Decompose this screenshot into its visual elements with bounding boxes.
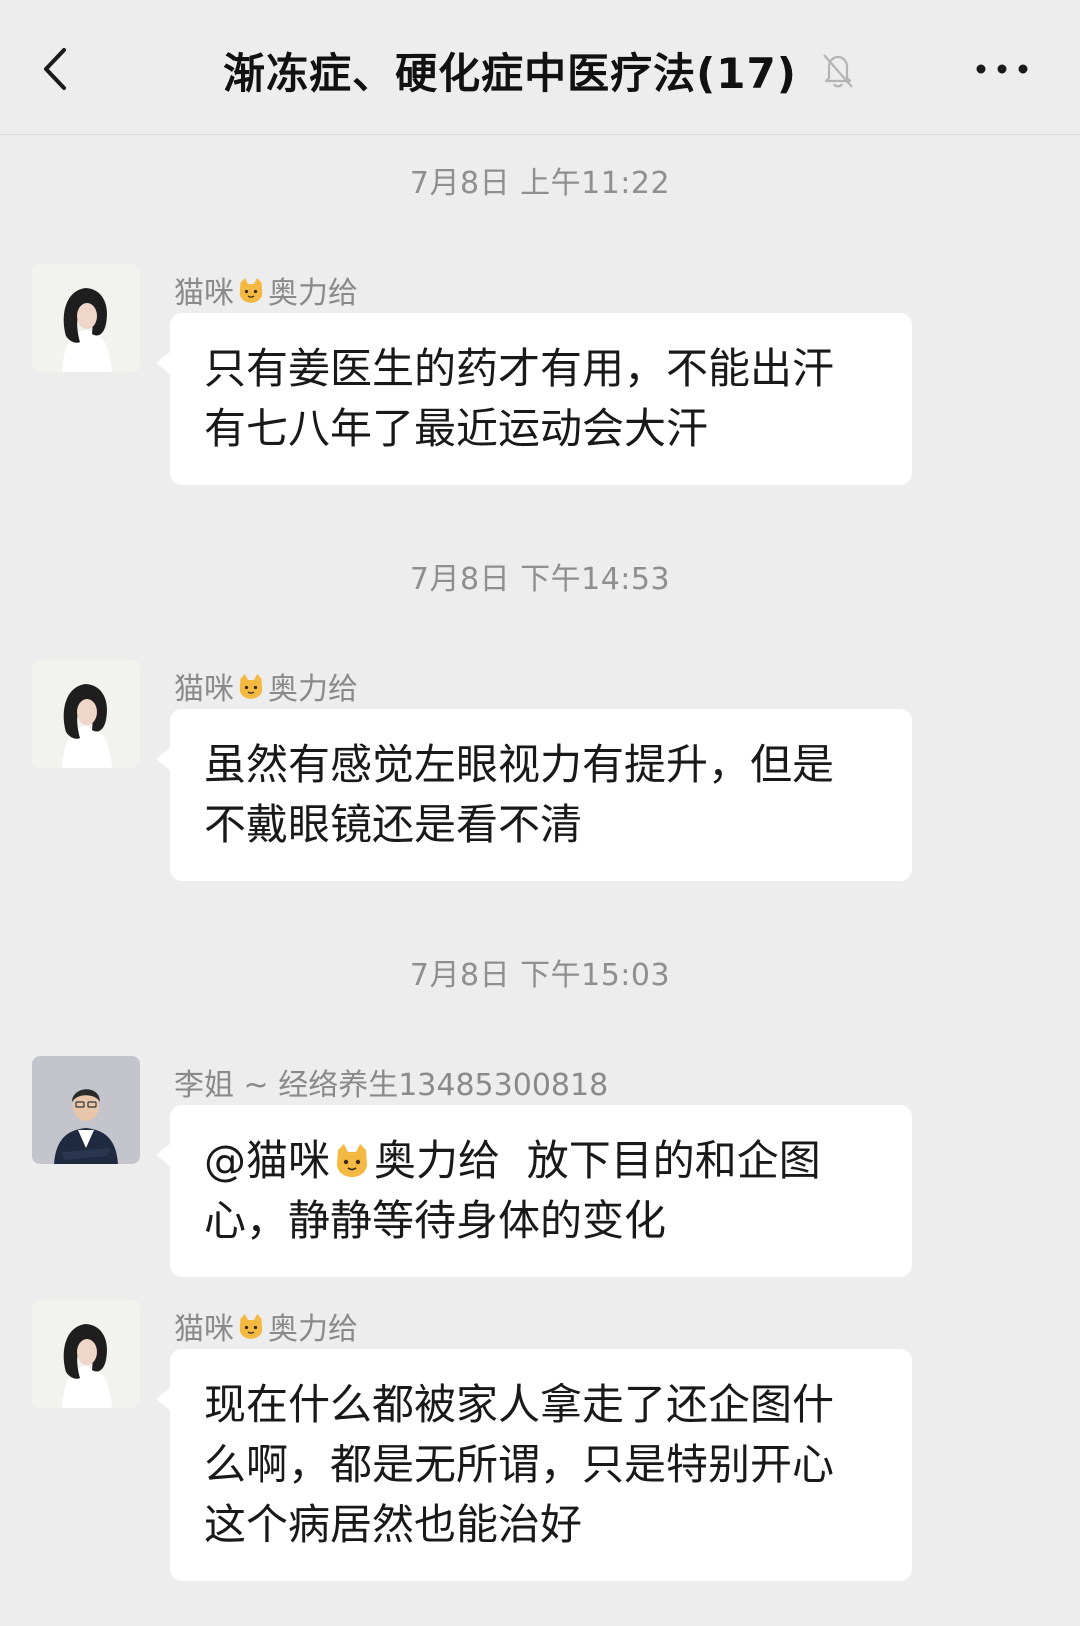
message-bubble[interactable]: 现在什么都被家人拿走了还企图什 么啊，都是无所谓，只是特别开心 这个病居然也能治… bbox=[156, 1349, 912, 1581]
cat-face-icon bbox=[239, 674, 263, 699]
message-bubble[interactable]: 虽然有感觉左眼视力有提升，但是 不戴眼镜还是看不清 bbox=[156, 709, 912, 881]
message-timestamp: 7月8日 上午11:22 bbox=[409, 166, 671, 201]
cat-face-icon bbox=[239, 1314, 263, 1339]
woman-portrait-avatar bbox=[32, 660, 140, 768]
sender-avatar[interactable] bbox=[32, 1056, 140, 1164]
sender-avatar[interactable] bbox=[32, 264, 140, 372]
sender-name: 猫咪 奥力给 bbox=[174, 664, 358, 708]
message-line: 不戴眼镜还是看不清 bbox=[204, 800, 583, 849]
message-timestamp: 7月8日 下午15:03 bbox=[409, 958, 671, 993]
sender-name-part: 奥力给 bbox=[268, 276, 358, 311]
message-line: 有七八年了最近运动会大汗 bbox=[204, 404, 709, 453]
message-line: 这个病居然也能治好 bbox=[204, 1500, 583, 1549]
woman-portrait-avatar bbox=[32, 264, 140, 372]
message-line: 虽然有感觉左眼视力有提升，但是 bbox=[204, 740, 835, 789]
sender-name-part: 猫咪 bbox=[174, 672, 234, 707]
mention-text[interactable]: @猫咪 bbox=[204, 1136, 330, 1185]
more-horizontal-icon[interactable] bbox=[974, 58, 1030, 80]
message-timestamp: 7月8日 下午14:53 bbox=[409, 562, 671, 597]
message-line: 现在什么都被家人拿走了还企图什 bbox=[204, 1380, 835, 1429]
sender-name-part: 猫咪 bbox=[174, 276, 234, 311]
sender-name: 猫咪 奥力给 bbox=[174, 1304, 358, 1348]
cat-face-icon bbox=[239, 278, 263, 303]
sender-avatar[interactable] bbox=[32, 660, 140, 768]
sender-avatar[interactable] bbox=[32, 1300, 140, 1408]
sender-name-part: 奥力给 bbox=[268, 672, 358, 707]
chat-header: 渐冻症、硬化症中医疗法(17) bbox=[0, 0, 1080, 135]
message-bubble[interactable]: @猫咪 奥力给 放下目的和企图 心，静静等待身体的变化 bbox=[156, 1105, 912, 1277]
message-line: 心，静静等待身体的变化 bbox=[204, 1196, 667, 1245]
chat-title: 渐冻症、硬化症中医疗法(17) bbox=[223, 48, 797, 98]
message-line: @猫咪 奥力给 放下目的和企图 bbox=[204, 1131, 882, 1191]
message-line: 么啊，都是无所谓，只是特别开心 bbox=[204, 1440, 835, 1489]
man-suit-avatar bbox=[32, 1056, 140, 1164]
woman-portrait-avatar bbox=[32, 1300, 140, 1408]
cat-face-icon bbox=[337, 1144, 368, 1177]
mention-text-after: 奥力给 放下目的和企图 bbox=[374, 1136, 821, 1185]
bell-muted-icon bbox=[823, 54, 853, 88]
sender-name: 猫咪 奥力给 bbox=[174, 268, 358, 312]
sender-name: 李姐 ~ 经络养生13485300818 bbox=[174, 1068, 609, 1103]
message-bubble[interactable]: 只有姜医生的药才有用，不能出汗 有七八年了最近运动会大汗 bbox=[156, 313, 912, 485]
message-line: 只有姜医生的药才有用，不能出汗 bbox=[204, 344, 835, 393]
sender-name-part: 猫咪 bbox=[174, 1312, 234, 1347]
chat-title-wrap: 渐冻症、硬化症中医疗法(17) bbox=[0, 40, 1080, 100]
sender-name-part: 奥力给 bbox=[268, 1312, 358, 1347]
